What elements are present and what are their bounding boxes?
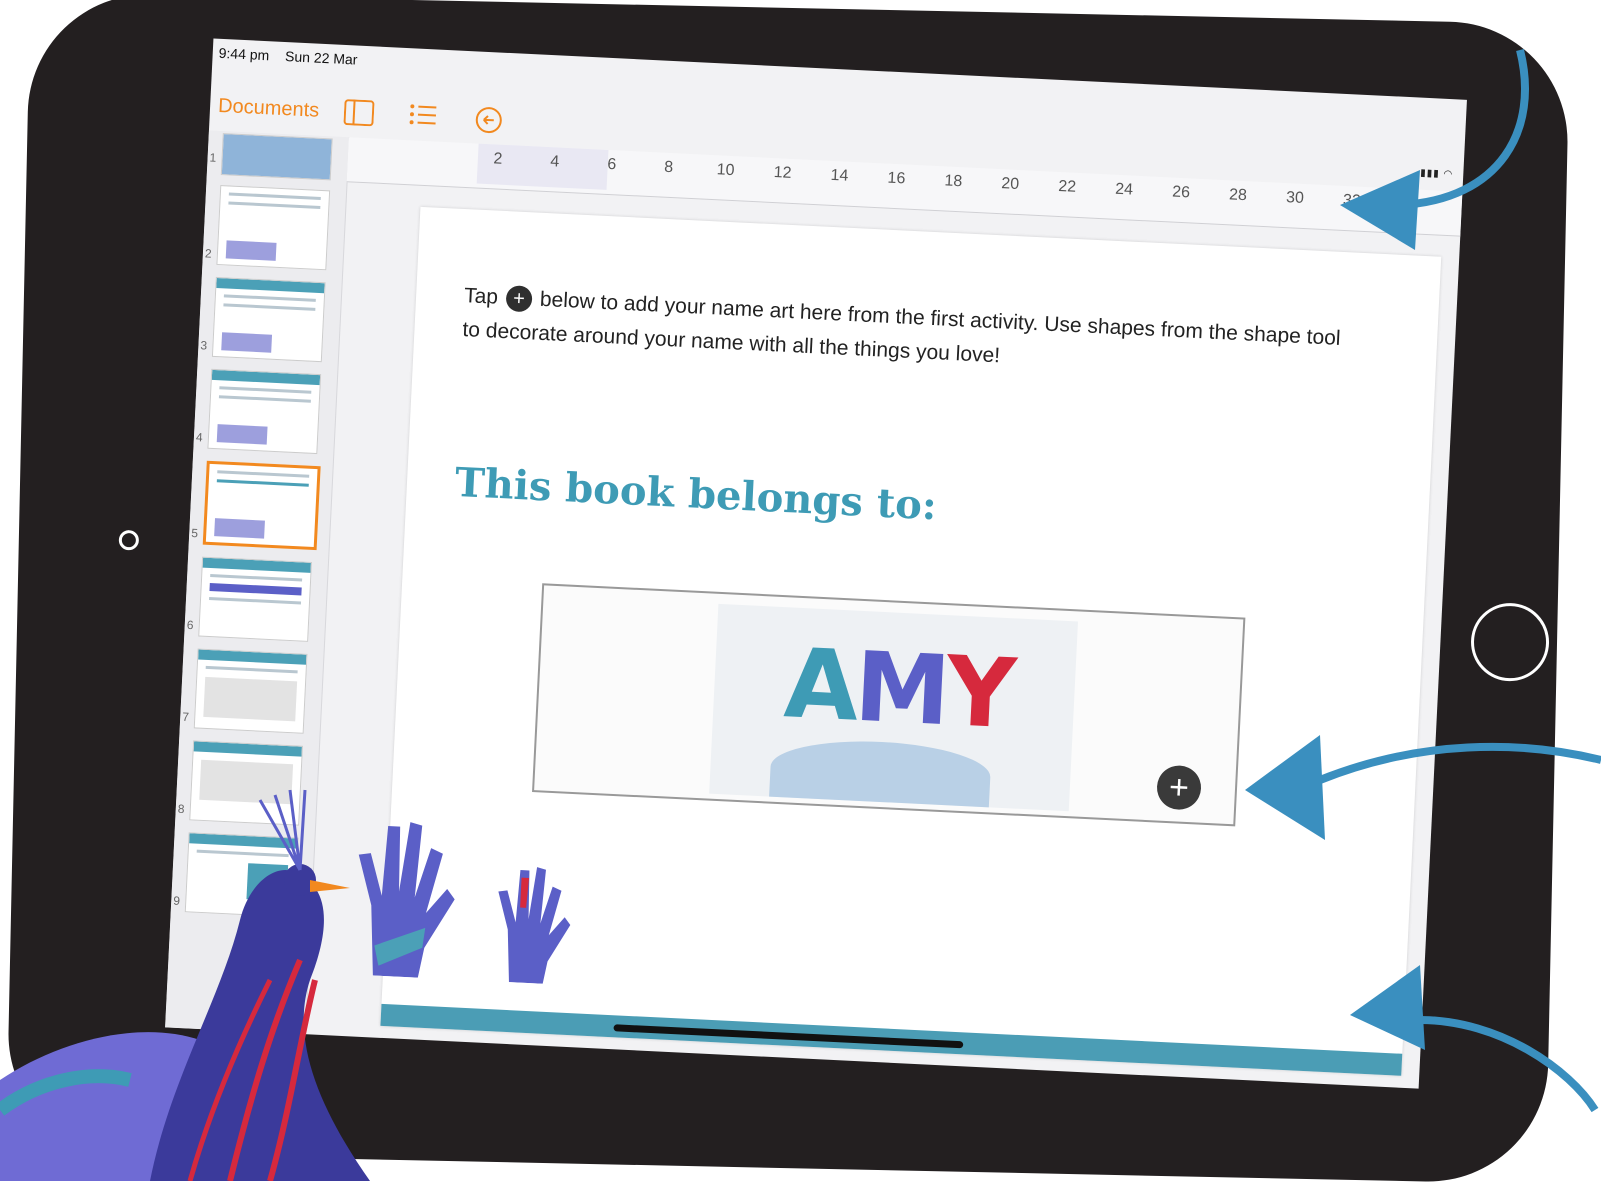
list-icon[interactable]: [407, 102, 438, 133]
ruler-tick: 24: [1114, 180, 1134, 199]
ruler-tick: 12: [773, 164, 792, 182]
arrow-annotation-icon: [1350, 965, 1599, 1113]
page-thumbnail[interactable]: [211, 276, 326, 363]
page-number: 6: [186, 617, 194, 633]
ruler-tick: 16: [887, 169, 906, 188]
documents-button[interactable]: Documents: [218, 95, 320, 123]
name-art-letter-m: M: [852, 630, 950, 748]
page-number: 4: [195, 430, 203, 445]
plus-circle-icon: +: [505, 285, 533, 313]
instruction-after: below to add your name art here from the…: [461, 287, 1342, 368]
name-art-frame[interactable]: AMY +: [532, 583, 1246, 827]
page-thumbnail[interactable]: [207, 368, 322, 455]
ruler-tick: 2: [493, 150, 503, 168]
ruler-tick: 14: [830, 166, 849, 185]
status-time: 9:44 pm: [218, 44, 270, 64]
page-thumbnail-selected[interactable]: [202, 460, 321, 551]
ruler-tick: 26: [1171, 183, 1191, 202]
hand-print-decoration: [498, 867, 571, 984]
instruction-before: Tap: [463, 284, 499, 309]
arrow-annotation-icon: [1245, 735, 1601, 840]
page-number: 7: [181, 709, 190, 725]
sidebar-icon[interactable]: [343, 99, 375, 130]
page-thumbnail[interactable]: [198, 556, 312, 642]
page-thumbnail[interactable]: [193, 648, 308, 734]
ruler-tick: 8: [663, 158, 674, 177]
name-art-text: AMY: [782, 627, 1015, 750]
add-media-button[interactable]: +: [1155, 764, 1203, 811]
page-number: 3: [200, 338, 208, 353]
arrow-annotation-icon: [1340, 49, 1529, 250]
status-date: Sun 22 Mar: [284, 48, 358, 68]
home-button[interactable]: [1470, 602, 1550, 682]
ruler-tick: 4: [549, 153, 560, 171]
peacock-illustration: [0, 789, 370, 1181]
ruler-tick: 6: [606, 155, 617, 174]
ruler-tick: 10: [716, 161, 735, 180]
ruler-tick: 22: [1057, 177, 1077, 196]
page-number: 5: [190, 526, 199, 541]
instruction-text: Tap + below to add your name art here from…: [462, 279, 1364, 391]
page-number: 2: [204, 246, 212, 261]
ruler-tick: 20: [1000, 175, 1020, 194]
page-number: 1: [209, 150, 217, 165]
page-thumbnail[interactable]: [220, 133, 333, 181]
name-art-letter-a: A: [781, 627, 858, 743]
name-art-letter-y: Y: [943, 635, 1015, 751]
ruler-tick: 18: [944, 172, 963, 191]
document-page[interactable]: Tap + below to add your name art here from…: [358, 206, 1442, 1076]
undo-icon[interactable]: [473, 105, 504, 136]
ruler-tick: 28: [1228, 186, 1248, 205]
name-art-image: AMY: [709, 603, 1079, 812]
ruler-tick: 30: [1285, 189, 1305, 207]
page-thumbnail[interactable]: [216, 185, 331, 271]
status-bar: 9:44 pm Sun 22 Mar: [218, 45, 369, 68]
camera-icon: [118, 529, 140, 551]
page-title: This book belongs to:: [453, 458, 938, 530]
